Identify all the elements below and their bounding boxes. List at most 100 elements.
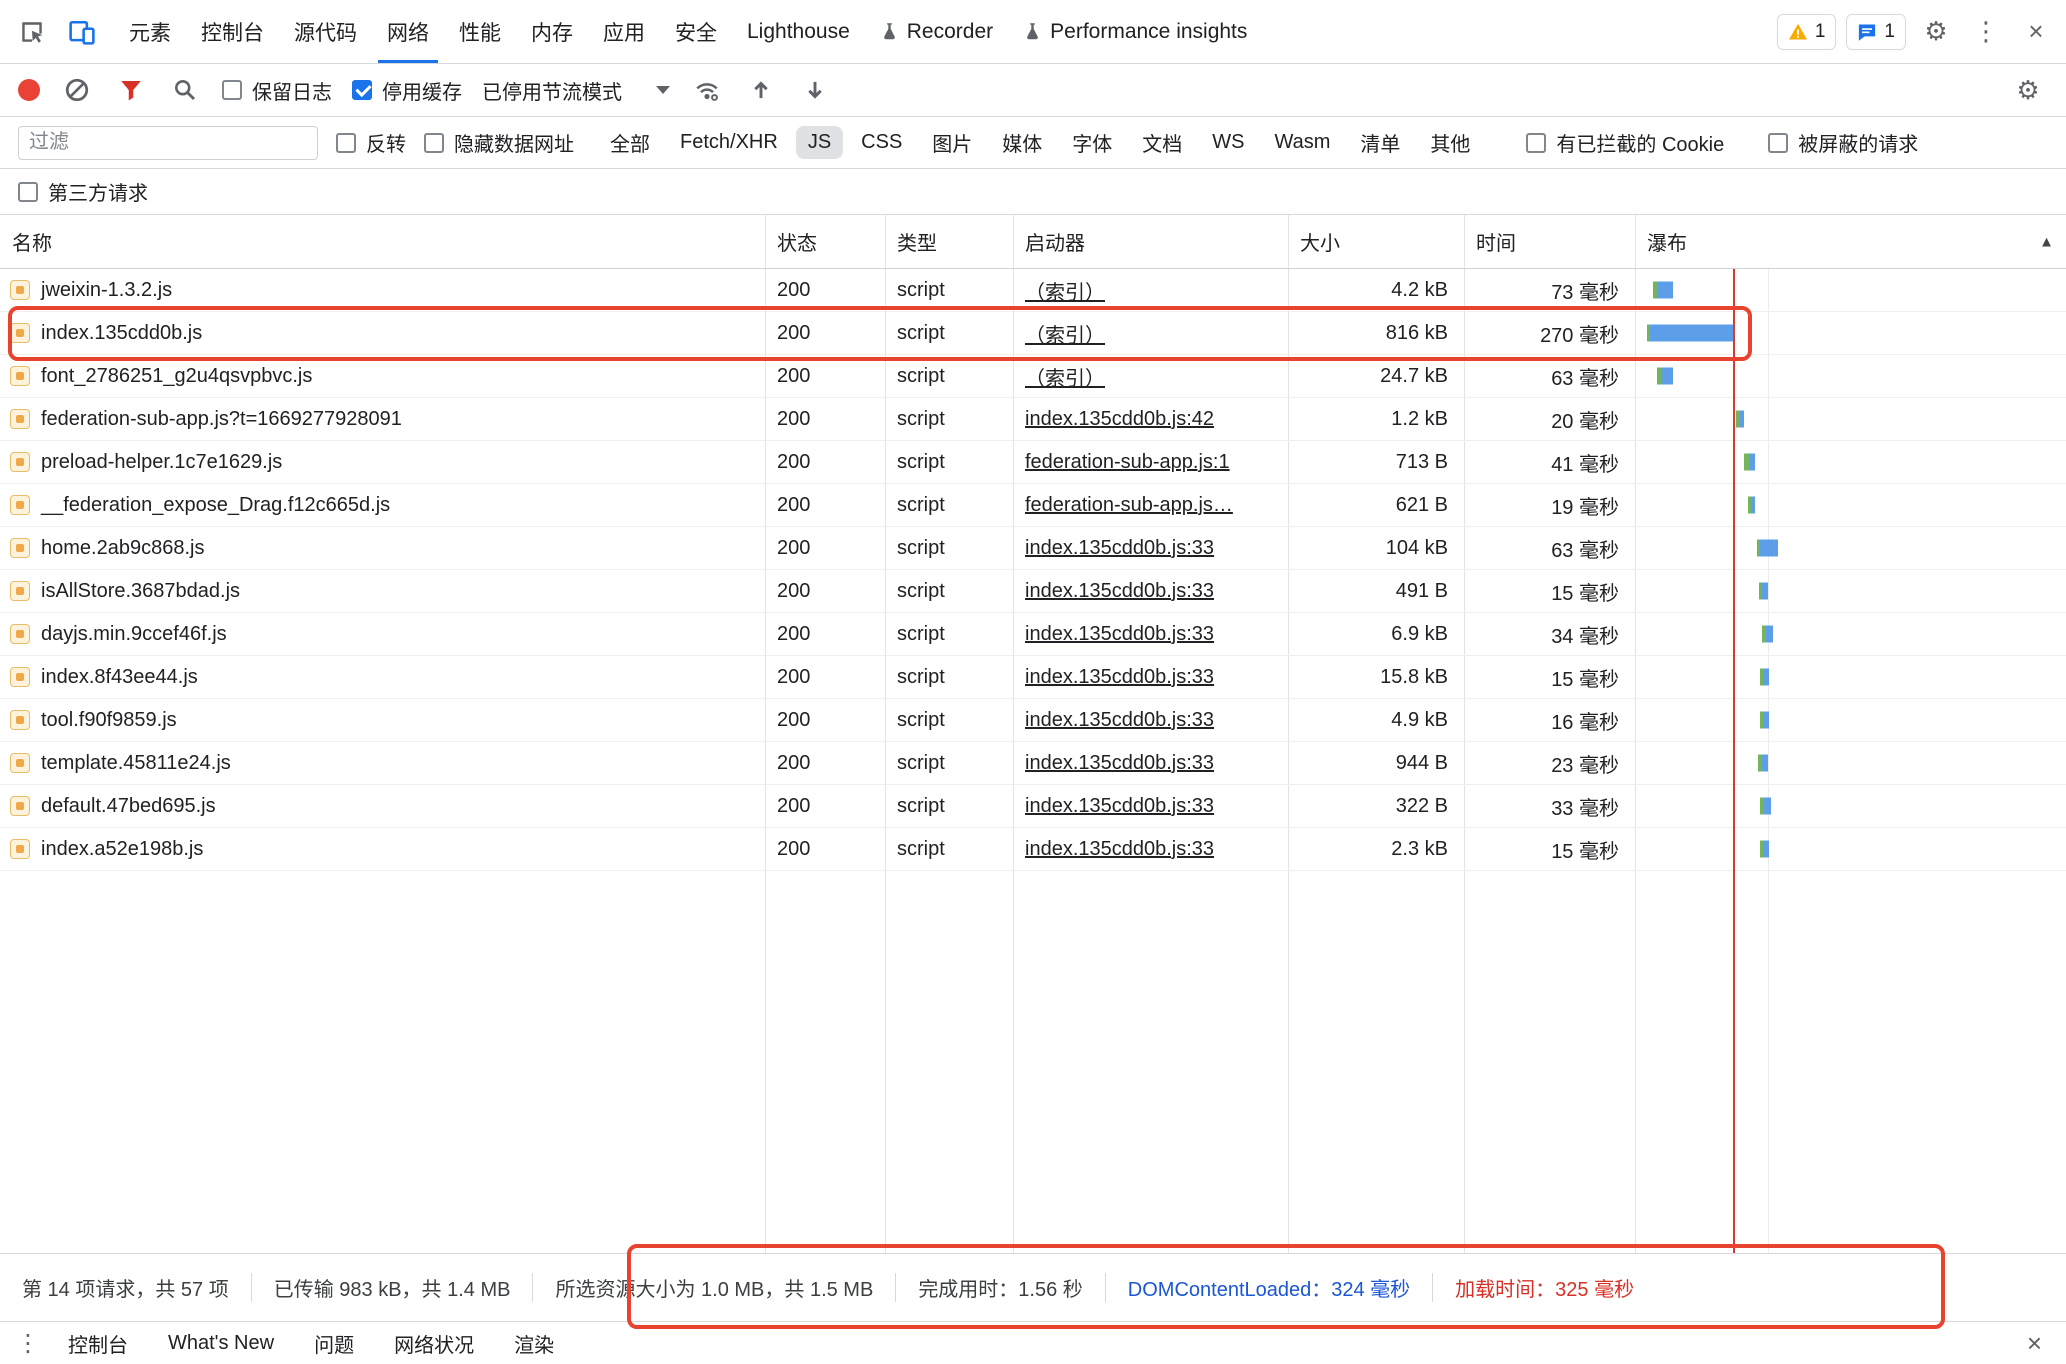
- blocked-requests-checkbox[interactable]: 被屏蔽的请求: [1768, 128, 1918, 157]
- table-row[interactable]: jweixin-1.3.2.js 200 script （索引） 4.2 kB …: [0, 269, 2066, 312]
- panel-tab[interactable]: 控制台: [186, 0, 279, 63]
- third-party-checkbox-box[interactable]: [18, 182, 38, 202]
- table-row[interactable]: template.45811e24.js 200 script index.13…: [0, 742, 2066, 785]
- initiator-link[interactable]: （索引）: [1025, 368, 1105, 390]
- resource-type-filter[interactable]: CSS: [849, 126, 914, 159]
- drawer-tab[interactable]: 问题: [294, 1322, 374, 1364]
- column-header[interactable]: 类型: [885, 227, 1013, 256]
- column-header[interactable]: 瀑布: [1635, 227, 2066, 256]
- resource-type-filter[interactable]: 媒体: [990, 123, 1054, 162]
- initiator-link[interactable]: federation-sub-app.js:1: [1025, 451, 1230, 473]
- resource-type-filter[interactable]: 图片: [920, 123, 984, 162]
- disable-cache-checkbox-box[interactable]: [352, 80, 372, 100]
- blocked-cookies-checkbox-box[interactable]: [1526, 133, 1546, 153]
- resource-type-filter[interactable]: Wasm: [1263, 126, 1343, 159]
- panel-tab[interactable]: 性能: [444, 0, 516, 63]
- hide-data-urls-checkbox[interactable]: 隐藏数据网址: [424, 128, 574, 157]
- initiator-link[interactable]: index.135cdd0b.js:33: [1025, 709, 1214, 731]
- initiator-link[interactable]: index.135cdd0b.js:33: [1025, 666, 1214, 688]
- disable-cache-checkbox[interactable]: 停用缓存: [352, 76, 462, 105]
- table-row[interactable]: index.8f43ee44.js 200 script index.135cd…: [0, 656, 2066, 699]
- preserve-log-checkbox[interactable]: 保留日志: [222, 76, 332, 105]
- table-row[interactable]: font_2786251_g2u4qsvpbvc.js 200 script （…: [0, 355, 2066, 398]
- waterfall-bar[interactable]: [1760, 841, 1769, 858]
- waterfall-bar[interactable]: [1760, 798, 1771, 815]
- panel-tab[interactable]: Lighthouse: [732, 0, 865, 63]
- resource-type-filter[interactable]: 字体: [1060, 123, 1124, 162]
- device-toolbar-button[interactable]: [60, 10, 104, 54]
- drawer-close-icon[interactable]: ×: [2019, 1328, 2050, 1359]
- more-options-icon[interactable]: ⋮: [1966, 12, 2006, 52]
- waterfall-bar[interactable]: [1647, 325, 1733, 342]
- resource-type-filter[interactable]: 清单: [1348, 123, 1412, 162]
- panel-tab[interactable]: Performance insights: [1008, 0, 1262, 63]
- invert-filter-checkbox[interactable]: 反转: [336, 128, 406, 157]
- initiator-link[interactable]: index.135cdd0b.js:42: [1025, 408, 1214, 430]
- initiator-link[interactable]: （索引）: [1025, 325, 1105, 347]
- waterfall-bar[interactable]: [1657, 368, 1673, 385]
- waterfall-bar[interactable]: [1736, 411, 1744, 428]
- close-devtools-icon[interactable]: ×: [2016, 12, 2056, 52]
- initiator-link[interactable]: index.135cdd0b.js:33: [1025, 752, 1214, 774]
- panel-tab[interactable]: Recorder: [865, 0, 1008, 63]
- panel-tab[interactable]: 元素: [114, 0, 186, 63]
- resource-type-filter[interactable]: 全部: [598, 123, 662, 162]
- resource-type-filter[interactable]: 其他: [1418, 123, 1482, 162]
- panel-tab[interactable]: 源代码: [279, 0, 372, 63]
- drawer-tab[interactable]: 控制台: [48, 1322, 148, 1364]
- invert-checkbox-box[interactable]: [336, 133, 356, 153]
- table-row[interactable]: __federation_expose_Drag.f12c665d.js 200…: [0, 484, 2066, 527]
- drawer-tab[interactable]: 渲染: [494, 1322, 574, 1364]
- waterfall-bar[interactable]: [1759, 583, 1768, 600]
- table-row[interactable]: dayjs.min.9ccef46f.js 200 script index.1…: [0, 613, 2066, 656]
- resource-type-filter[interactable]: JS: [796, 126, 843, 159]
- column-header[interactable]: 名称: [0, 227, 765, 256]
- waterfall-bar[interactable]: [1757, 540, 1778, 557]
- table-row[interactable]: home.2ab9c868.js 200 script index.135cdd…: [0, 527, 2066, 570]
- import-har-button[interactable]: [744, 73, 778, 107]
- table-row[interactable]: preload-helper.1c7e1629.js 200 script fe…: [0, 441, 2066, 484]
- filter-input[interactable]: [18, 126, 318, 160]
- initiator-link[interactable]: （索引）: [1025, 282, 1105, 304]
- search-network-button[interactable]: [168, 73, 202, 107]
- blocked-requests-checkbox-box[interactable]: [1768, 133, 1788, 153]
- settings-gear-icon[interactable]: ⚙: [1916, 12, 1956, 52]
- resource-type-filter[interactable]: 文档: [1130, 123, 1194, 162]
- initiator-link[interactable]: index.135cdd0b.js:33: [1025, 795, 1214, 817]
- column-header[interactable]: 大小: [1288, 227, 1464, 256]
- export-har-button[interactable]: [798, 73, 832, 107]
- table-row[interactable]: index.a52e198b.js 200 script index.135cd…: [0, 828, 2066, 871]
- inspect-element-button[interactable]: [10, 10, 54, 54]
- messages-badge[interactable]: 1: [1846, 14, 1906, 50]
- initiator-link[interactable]: federation-sub-app.js…: [1025, 494, 1233, 516]
- panel-tab[interactable]: 应用: [588, 0, 660, 63]
- initiator-link[interactable]: index.135cdd0b.js:33: [1025, 537, 1214, 559]
- column-header[interactable]: 启动器: [1013, 227, 1288, 256]
- throttling-select[interactable]: 已停用节流模式: [482, 76, 670, 105]
- waterfall-bar[interactable]: [1760, 669, 1769, 686]
- filter-toggle-button[interactable]: [114, 73, 148, 107]
- panel-tab[interactable]: 内存: [516, 0, 588, 63]
- drawer-tab[interactable]: 网络状况: [374, 1322, 494, 1364]
- waterfall-bar[interactable]: [1758, 755, 1768, 772]
- panel-tab[interactable]: 网络: [372, 0, 444, 63]
- table-row[interactable]: tool.f90f9859.js 200 script index.135cdd…: [0, 699, 2066, 742]
- panel-tab[interactable]: 安全: [660, 0, 732, 63]
- record-network-log-button[interactable]: [18, 79, 40, 101]
- waterfall-bar[interactable]: [1744, 454, 1755, 471]
- resource-type-filter[interactable]: Fetch/XHR: [668, 126, 790, 159]
- table-row[interactable]: isAllStore.3687bdad.js 200 script index.…: [0, 570, 2066, 613]
- table-row[interactable]: default.47bed695.js 200 script index.135…: [0, 785, 2066, 828]
- initiator-link[interactable]: index.135cdd0b.js:33: [1025, 580, 1214, 602]
- column-header[interactable]: 时间: [1464, 227, 1635, 256]
- table-row[interactable]: index.135cdd0b.js 200 script （索引） 816 kB…: [0, 312, 2066, 355]
- clear-network-log-button[interactable]: [60, 73, 94, 107]
- drawer-more-options-icon[interactable]: ⋮: [16, 1329, 40, 1358]
- network-settings-gear-icon[interactable]: ⚙: [2008, 70, 2048, 110]
- waterfall-bar[interactable]: [1760, 712, 1769, 729]
- waterfall-bar[interactable]: [1653, 282, 1673, 299]
- waterfall-bar[interactable]: [1748, 497, 1755, 514]
- resource-type-filter[interactable]: WS: [1200, 126, 1256, 159]
- drawer-tab[interactable]: What's New: [148, 1322, 294, 1364]
- hide-data-urls-checkbox-box[interactable]: [424, 133, 444, 153]
